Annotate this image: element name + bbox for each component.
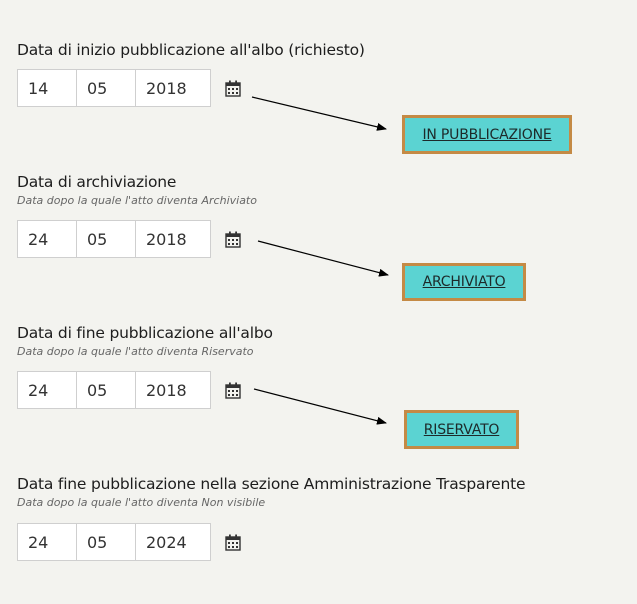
arrow-to-in-pubblicazione — [251, 96, 387, 131]
arrow-to-riservato — [253, 388, 387, 425]
annotation-arrows — [251, 96, 389, 425]
arrow-to-archiviato — [257, 240, 389, 277]
